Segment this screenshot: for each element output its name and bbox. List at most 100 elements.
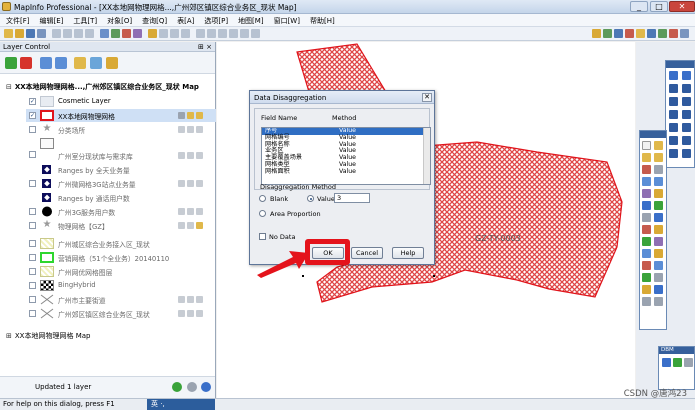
ruler-icon[interactable]	[642, 225, 651, 234]
editable-icon[interactable]	[178, 296, 185, 303]
map-node-2[interactable]: ⊞ XX本地网物理网格 Map	[6, 331, 90, 341]
editable-icon[interactable]	[178, 310, 185, 317]
layer-row-selected[interactable]: ✓ XX本地网物理网格	[26, 109, 216, 122]
visibility-checkbox[interactable]: ✓	[29, 98, 36, 105]
new-mapper-icon[interactable]	[111, 29, 120, 38]
layer-row[interactable]: 营销网格（51个全业务）20140110	[26, 251, 216, 264]
paste-icon[interactable]	[74, 29, 83, 38]
area-proportion-radio[interactable]	[259, 210, 266, 217]
tool-icon[interactable]	[669, 29, 678, 38]
visibility-checkbox[interactable]	[29, 180, 36, 187]
graph-icon[interactable]	[642, 261, 651, 270]
field-row[interactable]: 网格面积 Value	[262, 168, 430, 176]
layer-row[interactable]: ★ 物理网格【GZ】	[26, 219, 216, 232]
text-tool-icon[interactable]	[682, 110, 691, 119]
reorder-icon[interactable]	[90, 57, 102, 69]
layer-row[interactable]: 广州网优网格图层	[26, 265, 216, 278]
menu-table[interactable]: 表[A]	[171, 14, 198, 27]
layout-icon[interactable]	[654, 261, 663, 270]
unselect-icon[interactable]	[654, 165, 663, 174]
marquee-select-icon[interactable]	[654, 141, 663, 150]
visibility-checkbox[interactable]	[29, 296, 36, 303]
layer-row[interactable]: ★ 分类场所	[26, 123, 216, 136]
setup-icon[interactable]	[654, 249, 663, 258]
tool-icon[interactable]	[229, 29, 238, 38]
display-options-icon[interactable]	[106, 57, 118, 69]
info-tool-icon[interactable]	[642, 201, 651, 210]
line-tool-icon[interactable]	[669, 71, 678, 80]
rounded-rect-tool-icon[interactable]	[669, 110, 678, 119]
menu-window[interactable]: 窗口[W]	[268, 14, 304, 27]
layer-row[interactable]: BingHybrid	[26, 279, 216, 292]
clip-region-icon[interactable]	[642, 249, 651, 258]
zoom-in-icon[interactable]	[642, 177, 651, 186]
grabber-icon[interactable]	[654, 189, 663, 198]
layer-row[interactable]: 广州市主要街道	[26, 293, 216, 306]
cancel-button[interactable]: Cancel	[351, 247, 383, 259]
tool-icon[interactable]	[592, 29, 601, 38]
tool-icon[interactable]	[642, 285, 651, 294]
visibility-checkbox[interactable]	[29, 151, 36, 158]
menu-edit[interactable]: 编辑[E]	[34, 14, 68, 27]
visibility-checkbox[interactable]	[29, 222, 36, 229]
pin-close-icon[interactable]: ⊞ ×	[195, 42, 215, 52]
dbm-refresh-icon[interactable]	[673, 358, 682, 367]
label-icon[interactable]	[196, 208, 203, 215]
label-icon[interactable]	[196, 180, 203, 187]
selectable-icon[interactable]	[187, 222, 194, 229]
tool-icon[interactable]	[181, 29, 190, 38]
editable-icon[interactable]	[178, 222, 185, 229]
collapse-icon[interactable]: ⊟	[6, 83, 12, 91]
label-icon[interactable]	[196, 296, 203, 303]
new-layout-icon[interactable]	[133, 29, 142, 38]
dialog-close-button[interactable]: ✕	[422, 93, 432, 102]
tool-icon[interactable]	[251, 29, 260, 38]
restore-button[interactable]: □	[650, 1, 668, 12]
close-window-button[interactable]: ✕	[669, 1, 695, 12]
tool-icon[interactable]	[614, 29, 623, 38]
editable-icon[interactable]	[178, 180, 185, 187]
boundary-select-icon[interactable]	[642, 165, 651, 174]
ellipse-tool-icon[interactable]	[669, 97, 678, 106]
blank-radio[interactable]	[259, 195, 266, 202]
menu-query[interactable]: 查询[Q]	[136, 14, 171, 27]
help-icon[interactable]	[201, 382, 211, 392]
tool-icon[interactable]	[636, 29, 645, 38]
label-icon[interactable]	[196, 152, 203, 159]
selectable-icon[interactable]	[187, 126, 194, 133]
arc-tool-icon[interactable]	[669, 84, 678, 93]
help-button[interactable]: Help	[392, 247, 424, 259]
redistrict-tool-icon[interactable]	[654, 273, 663, 282]
legend-icon[interactable]	[642, 237, 651, 246]
menu-help[interactable]: 帮助[H]	[304, 14, 339, 27]
visibility-checkbox[interactable]	[29, 254, 36, 261]
layer-properties-icon[interactable]	[74, 57, 86, 69]
tool-icon[interactable]	[680, 29, 689, 38]
selectable-icon[interactable]	[187, 112, 194, 119]
reshape-tool-icon[interactable]	[669, 136, 678, 145]
tool-icon[interactable]	[207, 29, 216, 38]
tool-icon[interactable]	[603, 29, 612, 38]
no-data-checkbox[interactable]	[259, 233, 266, 240]
new-table-icon[interactable]	[4, 29, 13, 38]
minimize-button[interactable]: _	[630, 1, 648, 12]
menu-tools[interactable]: 工具[T]	[67, 14, 101, 27]
browser-icon[interactable]	[642, 273, 651, 282]
menu-file[interactable]: 文件[F]	[0, 14, 34, 27]
style-tool-icon[interactable]	[669, 149, 678, 158]
selectable-icon[interactable]	[187, 208, 194, 215]
value-radio[interactable]	[307, 195, 314, 202]
select-arrow-icon[interactable]	[642, 141, 651, 150]
change-view-icon[interactable]	[642, 189, 651, 198]
layer-row[interactable]: 广州室分现状库与需求库	[26, 137, 216, 161]
selectable-icon[interactable]	[187, 180, 194, 187]
layer-control-icon[interactable]	[654, 225, 663, 234]
ime-indicator[interactable]: 英 ·,	[147, 399, 215, 410]
value-input[interactable]: 3	[334, 193, 370, 203]
rectangle-tool-icon[interactable]	[682, 97, 691, 106]
polygon-tool-icon[interactable]	[682, 84, 691, 93]
menu-objects[interactable]: 对象[O]	[101, 14, 136, 27]
visibility-checkbox[interactable]	[29, 310, 36, 317]
copy-icon[interactable]	[63, 29, 72, 38]
tool-icon[interactable]	[647, 29, 656, 38]
